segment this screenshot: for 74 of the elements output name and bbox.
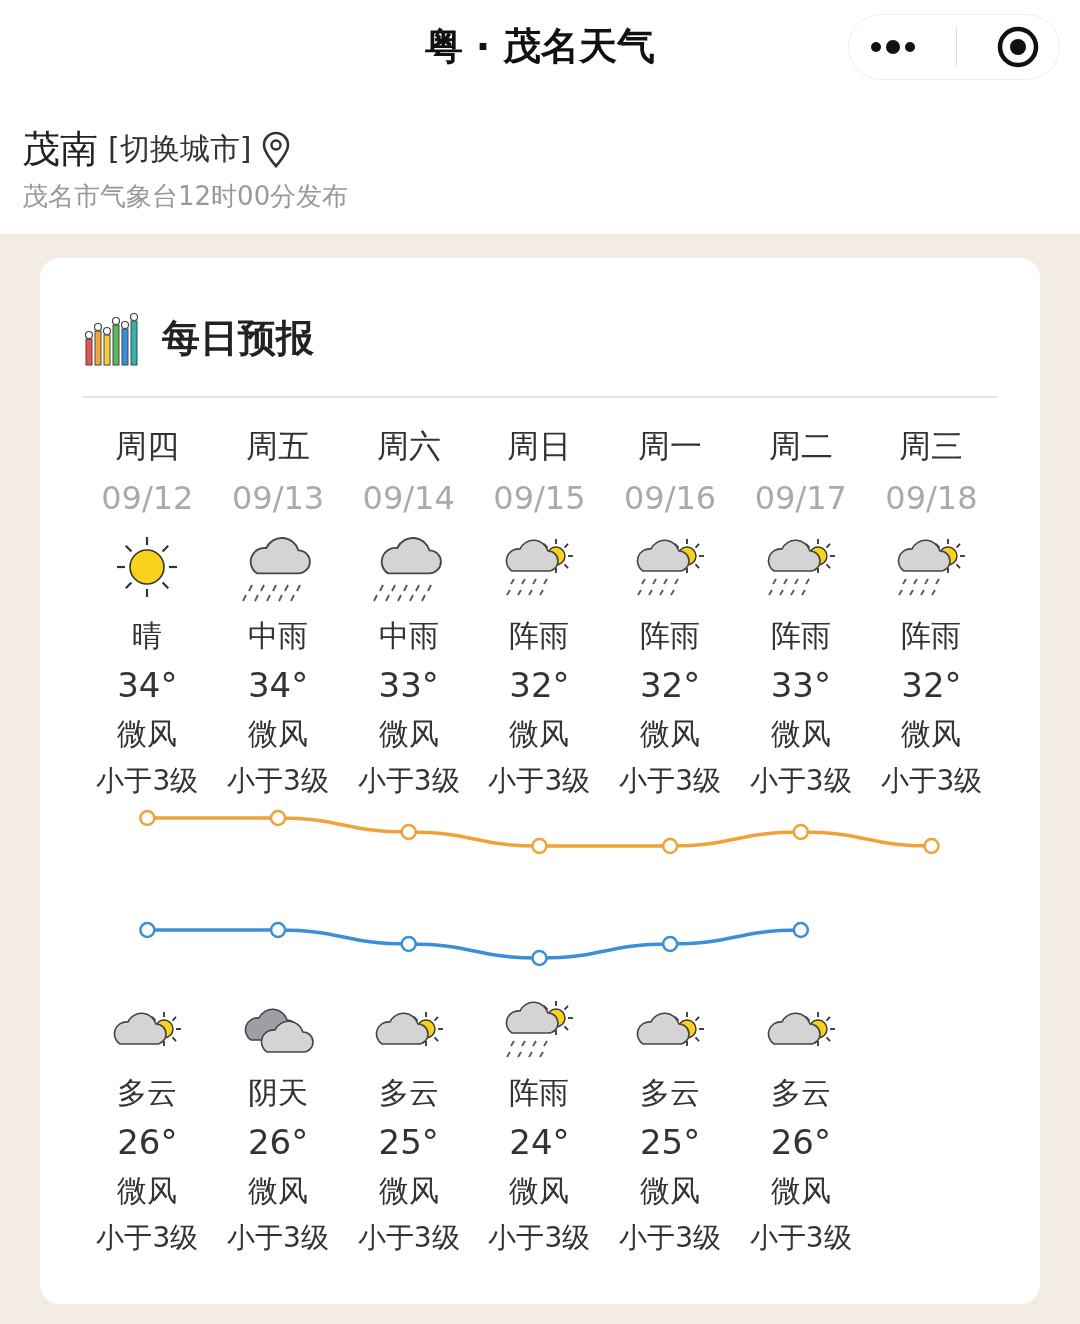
- weather-condition: 阴天: [248, 1074, 309, 1112]
- wind-level: 小于3级: [357, 1220, 460, 1256]
- wind-label: 微风: [378, 1172, 439, 1210]
- weekday-label: 周五: [246, 426, 311, 467]
- wind-label: 微风: [248, 715, 309, 753]
- wind-label: 微风: [770, 1172, 831, 1210]
- wind-level: 小于3级: [619, 1220, 721, 1256]
- weekday-label: 周二: [768, 426, 833, 467]
- wind-level: 小于3级: [96, 1220, 199, 1256]
- date-label: 09/12: [101, 478, 194, 519]
- temperature: 26°: [117, 1121, 178, 1164]
- temperature: 33°: [770, 664, 831, 707]
- wind-label: 微风: [640, 1172, 701, 1210]
- publish-info: 茂名市气象台12时00分发布: [22, 180, 350, 213]
- sun-icon: [115, 535, 180, 599]
- date-label: 09/17: [754, 478, 847, 519]
- temperature: 33°: [378, 664, 439, 707]
- weekday-label: 周三: [899, 426, 964, 467]
- weather-condition: 多云: [378, 1074, 439, 1112]
- weather-condition: 阵雨: [509, 1074, 570, 1112]
- weather-condition: 多云: [640, 1074, 701, 1112]
- temperature: 26°: [770, 1121, 831, 1164]
- switch-city-link[interactable]: [切换城市]: [108, 129, 252, 170]
- weather-condition: 中雨: [378, 617, 439, 655]
- weekday-label: 周日: [507, 426, 572, 467]
- circle-dot-icon[interactable]: [995, 25, 1040, 69]
- wind-level: 小于3级: [488, 763, 591, 799]
- weather-condition: 阵雨: [770, 617, 831, 655]
- weather-condition: 阵雨: [509, 617, 570, 655]
- temperature: 24°: [509, 1121, 570, 1164]
- page-title: 粤 · 茂名天气: [424, 22, 656, 70]
- temperature: 32°: [901, 664, 962, 707]
- temperature: 32°: [639, 664, 701, 707]
- wind-label: 微风: [640, 715, 701, 753]
- wind-level: 小于3级: [619, 763, 721, 799]
- weather-condition: 多云: [117, 1074, 178, 1112]
- temperature: 25°: [639, 1121, 701, 1164]
- wind-level: 小于3级: [880, 763, 983, 799]
- wind-label: 微风: [509, 1172, 570, 1210]
- temperature: 32°: [509, 664, 570, 707]
- weather-condition: 阵雨: [640, 617, 701, 655]
- wind-label: 微风: [248, 1172, 309, 1210]
- wind-level: 小于3级: [357, 763, 460, 799]
- wind-label: 微风: [117, 715, 178, 753]
- weather-condition: 晴: [132, 617, 163, 655]
- wind-label: 微风: [770, 715, 831, 753]
- weekday-label: 周一: [638, 426, 703, 467]
- section-title: 每日预报: [162, 314, 314, 362]
- wind-level: 小于3级: [96, 763, 199, 799]
- date-label: 09/14: [362, 478, 455, 519]
- wind-label: 微风: [378, 715, 439, 753]
- temperature: 25°: [378, 1121, 439, 1164]
- temperature: 26°: [247, 1121, 309, 1164]
- wind-label: 微风: [509, 715, 570, 753]
- weather-condition: 中雨: [248, 617, 309, 655]
- weekday-label: 周六: [376, 426, 441, 467]
- date-label: 09/13: [231, 478, 325, 519]
- city-name: 茂南: [22, 126, 98, 173]
- temperature: 34°: [117, 664, 178, 707]
- weather-condition: 阵雨: [901, 617, 962, 655]
- weekday-label: 周四: [115, 426, 180, 467]
- wind-level: 小于3级: [488, 1220, 591, 1256]
- wind-level: 小于3级: [227, 1220, 329, 1256]
- temperature: 34°: [247, 664, 309, 707]
- wind-label: 微风: [117, 1172, 178, 1210]
- location-pin-icon[interactable]: [261, 130, 292, 169]
- date-label: 09/15: [493, 478, 586, 519]
- date-label: 09/18: [885, 478, 978, 519]
- wind-level: 小于3级: [749, 763, 852, 799]
- weather-condition: 多云: [770, 1074, 831, 1112]
- date-label: 09/16: [624, 478, 717, 519]
- wind-label: 微风: [901, 715, 962, 753]
- wind-level: 小于3级: [227, 763, 329, 799]
- wind-level: 小于3级: [749, 1220, 852, 1256]
